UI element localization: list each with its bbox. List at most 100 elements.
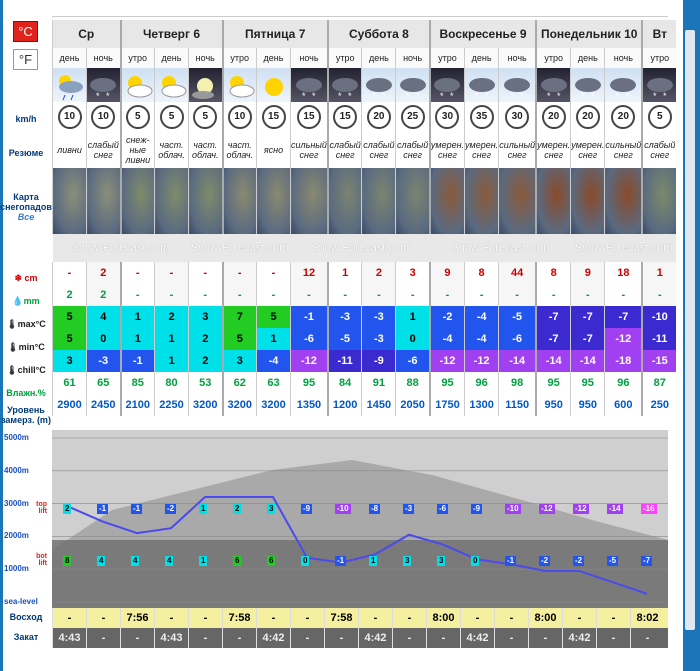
max-temp-cell: -7: [570, 306, 605, 328]
snow-icon: * *: [364, 73, 394, 101]
snow-cell: 2: [361, 262, 396, 284]
freezing-level-cell: 950: [570, 394, 605, 416]
brand-logo: Snow-Forecast.com: [188, 234, 291, 262]
sunrise-cell: 8:02: [630, 608, 664, 628]
summary-cell: част. облач.: [154, 132, 189, 168]
snow-map-thumbnail[interactable]: [428, 168, 465, 234]
day-header[interactable]: Пятница 7: [221, 20, 328, 48]
sunrise-cell: -: [290, 608, 324, 628]
snow-map-thumbnail[interactable]: [119, 168, 155, 234]
sunset-cell: 4:43: [52, 628, 86, 648]
sunrise-cell: 7:56: [120, 608, 154, 628]
snow-map-thumbnail[interactable]: [498, 168, 537, 234]
wind-cell: 35: [464, 102, 499, 132]
snow-icon: * *: [432, 73, 462, 101]
sunrise-cell: 7:58: [222, 608, 256, 628]
snow-map-thumbnail[interactable]: [86, 168, 121, 234]
top-lift-temp: -12: [573, 503, 589, 514]
wind-arrow-icon: 5: [159, 105, 184, 129]
snow-map-thumbnail[interactable]: [464, 168, 499, 234]
top-lift-temp: -1: [131, 503, 143, 514]
weather-icon-cell: * *: [535, 68, 571, 102]
top-lift-temp: -16: [641, 503, 657, 514]
wind-cell: 5: [154, 102, 189, 132]
max-temp-cell: 1: [395, 306, 430, 328]
wind-arrow-icon: 10: [91, 105, 116, 129]
scrollbar-thumb[interactable]: [685, 30, 695, 630]
snow-map-thumbnail[interactable]: [289, 168, 328, 234]
bottom-lift-temp: 1: [369, 556, 378, 567]
chill-temp-cell: -11: [326, 350, 362, 372]
wind-arrow-icon: 15: [333, 105, 358, 129]
humidity-cell: 87: [641, 372, 677, 394]
freezing-level-cell: 2050: [395, 394, 430, 416]
wind-arrow-icon: 20: [575, 105, 600, 129]
brand-text: Snow-Forecast.com: [311, 242, 410, 254]
max-temp-cell: -5: [498, 306, 537, 328]
forest-backdrop: [52, 540, 668, 608]
snow-cell: 8: [464, 262, 499, 284]
rain-cell: -: [188, 284, 223, 306]
snow-map-thumbnail[interactable]: [570, 168, 605, 234]
min-label: 🌡min°C: [0, 342, 52, 352]
snow-map-thumbnail[interactable]: [154, 168, 189, 234]
snow-cell: -: [256, 262, 291, 284]
snow-map-thumbnail[interactable]: [641, 168, 677, 234]
bottom-lift-temp: -7: [641, 556, 653, 567]
day-header[interactable]: Суббота 8: [326, 20, 430, 48]
summary-cell: умерен. снег: [570, 132, 605, 168]
snow-map-thumbnail[interactable]: [52, 168, 87, 234]
snow-map-thumbnail[interactable]: [326, 168, 362, 234]
scrollbar[interactable]: [683, 0, 700, 671]
freezing-level-cell: 1450: [361, 394, 396, 416]
svg-text:*: *: [312, 91, 316, 101]
day-header[interactable]: Вт: [641, 20, 677, 48]
wind-arrow-icon: 5: [193, 105, 218, 129]
chill-temp-cell: 2: [188, 350, 223, 372]
weather-icon-cell: * *: [641, 68, 677, 102]
max-label: 🌡max°C: [0, 319, 52, 329]
day-header[interactable]: Ср: [52, 20, 121, 48]
max-temp-cell: 1: [119, 306, 155, 328]
snow-cell: -: [52, 262, 87, 284]
map-all-link[interactable]: Все: [0, 212, 52, 222]
day-header[interactable]: Воскресенье 9: [428, 20, 537, 48]
sunset-cell: 4:42: [358, 628, 392, 648]
snow-map-thumbnail[interactable]: [361, 168, 396, 234]
brand-text: Snow-Forecast.com: [574, 242, 673, 254]
wind-arrow-icon: 30: [435, 105, 460, 129]
wind-cell: 20: [535, 102, 571, 132]
day-header[interactable]: Четверг 6: [119, 20, 223, 48]
humidity-cell: 84: [326, 372, 362, 394]
min-temp-cell: 2: [188, 328, 223, 350]
altitude-label: 3000m: [4, 498, 29, 508]
svg-text:*: *: [382, 91, 386, 101]
day-header[interactable]: Понедельник 10: [535, 20, 643, 48]
rain-cell: 2: [86, 284, 121, 306]
map-label-text: Карта снегопадов: [0, 192, 52, 212]
snow-map-thumbnail[interactable]: [395, 168, 430, 234]
bottom-lift-temp: 4: [97, 556, 106, 567]
wind-cell: 20: [604, 102, 643, 132]
svg-text:*: *: [338, 91, 342, 101]
freezing-level-cell: 1300: [464, 394, 499, 416]
snow-map-thumbnail[interactable]: [188, 168, 223, 234]
celsius-button[interactable]: °C: [13, 21, 38, 42]
wind-arrow-icon: 35: [469, 105, 494, 129]
snow-cell: -: [221, 262, 257, 284]
snow-map-thumbnail[interactable]: [256, 168, 291, 234]
max-temp-cell: -2: [428, 306, 465, 328]
humidity-cell: 95: [535, 372, 571, 394]
fahrenheit-button[interactable]: °F: [13, 49, 38, 70]
humidity-cell: 62: [221, 372, 257, 394]
snow-map-thumbnail[interactable]: [604, 168, 643, 234]
wind-arrow-icon: 10: [227, 105, 252, 129]
phase-cell: день: [52, 48, 87, 68]
min-temp-cell: -12: [604, 328, 643, 350]
altitude-label: sea-level: [4, 597, 38, 606]
svg-text:*: *: [106, 91, 110, 101]
snow-map-thumbnail[interactable]: [221, 168, 257, 234]
snow-map-thumbnail[interactable]: [535, 168, 571, 234]
chill-temp-cell: -9: [361, 350, 396, 372]
humidity-cell: 63: [256, 372, 291, 394]
